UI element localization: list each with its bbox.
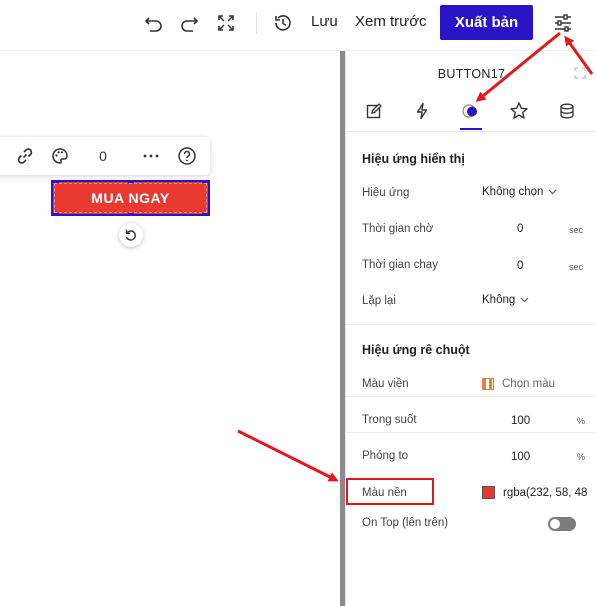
bg-color-picker[interactable]: rgba(232, 58, 48 — [482, 486, 587, 499]
element-floating-toolbar: 0 — [0, 137, 210, 175]
row-divider — [346, 432, 596, 433]
repeat-value: Không — [482, 294, 516, 306]
on-top-toggle[interactable] — [548, 517, 576, 531]
top-toolbar: Lưu Xem trước Xuất bản — [0, 0, 596, 51]
sliders-icon[interactable] — [552, 12, 574, 34]
redo-icon[interactable] — [178, 12, 200, 34]
toggle-knob — [550, 519, 560, 529]
history-icon[interactable] — [272, 12, 294, 34]
zoom-unit: % — [577, 452, 586, 462]
link-icon[interactable] — [14, 145, 36, 167]
border-color-value: Chọn màu — [502, 378, 556, 390]
repeat-select[interactable]: Không — [482, 294, 529, 306]
database-icon[interactable] — [555, 99, 579, 123]
zoom-label: Phóng to — [362, 450, 409, 462]
fullscreen-icon[interactable] — [215, 12, 237, 34]
lightning-icon[interactable] — [410, 99, 434, 123]
rotate-icon[interactable] — [119, 223, 143, 247]
row-divider — [346, 396, 596, 397]
edit-icon[interactable] — [362, 99, 386, 123]
delay-input[interactable]: 0 — [517, 223, 523, 235]
chevron-down-icon — [520, 297, 529, 303]
palette-icon[interactable] — [49, 145, 71, 167]
properties-panel: BUTTON17 Hiệu ứng hiển thị Hiệu ứng Khôn… — [345, 51, 596, 606]
section-divider — [346, 324, 596, 325]
resize-handle-top-right[interactable] — [202, 180, 208, 183]
delay-label: Thời gian chờ — [362, 223, 434, 235]
duration-label: Thời gian chạy — [362, 259, 438, 271]
color-swatch-red — [482, 486, 495, 499]
hover-effect-title: Hiệu ứng rê chuột — [362, 343, 470, 357]
mua-ngay-button[interactable]: MUA NGAY — [51, 180, 210, 216]
color-swatch-empty — [482, 378, 494, 390]
duration-unit: sec — [569, 262, 584, 272]
duration-input[interactable]: 0 — [517, 260, 523, 272]
preview-button[interactable]: Xem trước — [355, 13, 427, 30]
resize-handle-bottom-left[interactable] — [53, 213, 59, 216]
effect-label: Hiệu ứng — [362, 187, 410, 199]
bg-color-label: Màu nền — [362, 487, 407, 499]
help-icon[interactable] — [176, 145, 198, 167]
on-top-label: On Top (lên trên) — [362, 517, 449, 529]
chevron-down-icon — [548, 189, 557, 195]
save-button[interactable]: Lưu — [311, 13, 338, 30]
opacity-unit: % — [577, 416, 586, 426]
comment-count: 0 — [99, 148, 107, 164]
opacity-label: Trong suốt — [362, 414, 417, 426]
opacity-input[interactable]: 100 — [511, 415, 530, 427]
zoom-input[interactable]: 100 — [511, 451, 530, 463]
effects-icon[interactable] — [459, 99, 483, 123]
border-color-label: Màu viền — [362, 378, 409, 390]
editor-canvas[interactable]: 0 MUA NGAY — [0, 51, 340, 606]
button-label: MUA NGAY — [91, 190, 170, 206]
resize-handle-top[interactable] — [128, 180, 134, 183]
undo-icon[interactable] — [143, 12, 165, 34]
active-tab-indicator — [460, 128, 482, 130]
publish-button[interactable]: Xuất bản — [440, 5, 533, 40]
more-icon[interactable] — [140, 145, 162, 167]
expand-icon[interactable] — [574, 66, 586, 84]
delay-unit: sec — [569, 225, 584, 235]
element-name: BUTTON17 — [437, 67, 506, 81]
border-color-picker[interactable]: Chọn màu — [482, 378, 555, 390]
effect-select[interactable]: Không chọn — [482, 186, 557, 198]
resize-handle-bottom-right[interactable] — [202, 213, 208, 216]
resize-handle-top-left[interactable] — [53, 180, 59, 183]
panel-tabs — [346, 91, 596, 132]
resize-handle-bottom[interactable] — [128, 213, 134, 216]
toolbar-divider — [256, 12, 257, 34]
repeat-label: Lặp lại — [362, 295, 396, 307]
display-effect-title: Hiệu ứng hiển thị — [362, 152, 465, 166]
star-icon[interactable] — [507, 99, 531, 123]
effect-value: Không chọn — [482, 186, 544, 198]
bg-color-value: rgba(232, 58, 48 — [503, 486, 588, 499]
